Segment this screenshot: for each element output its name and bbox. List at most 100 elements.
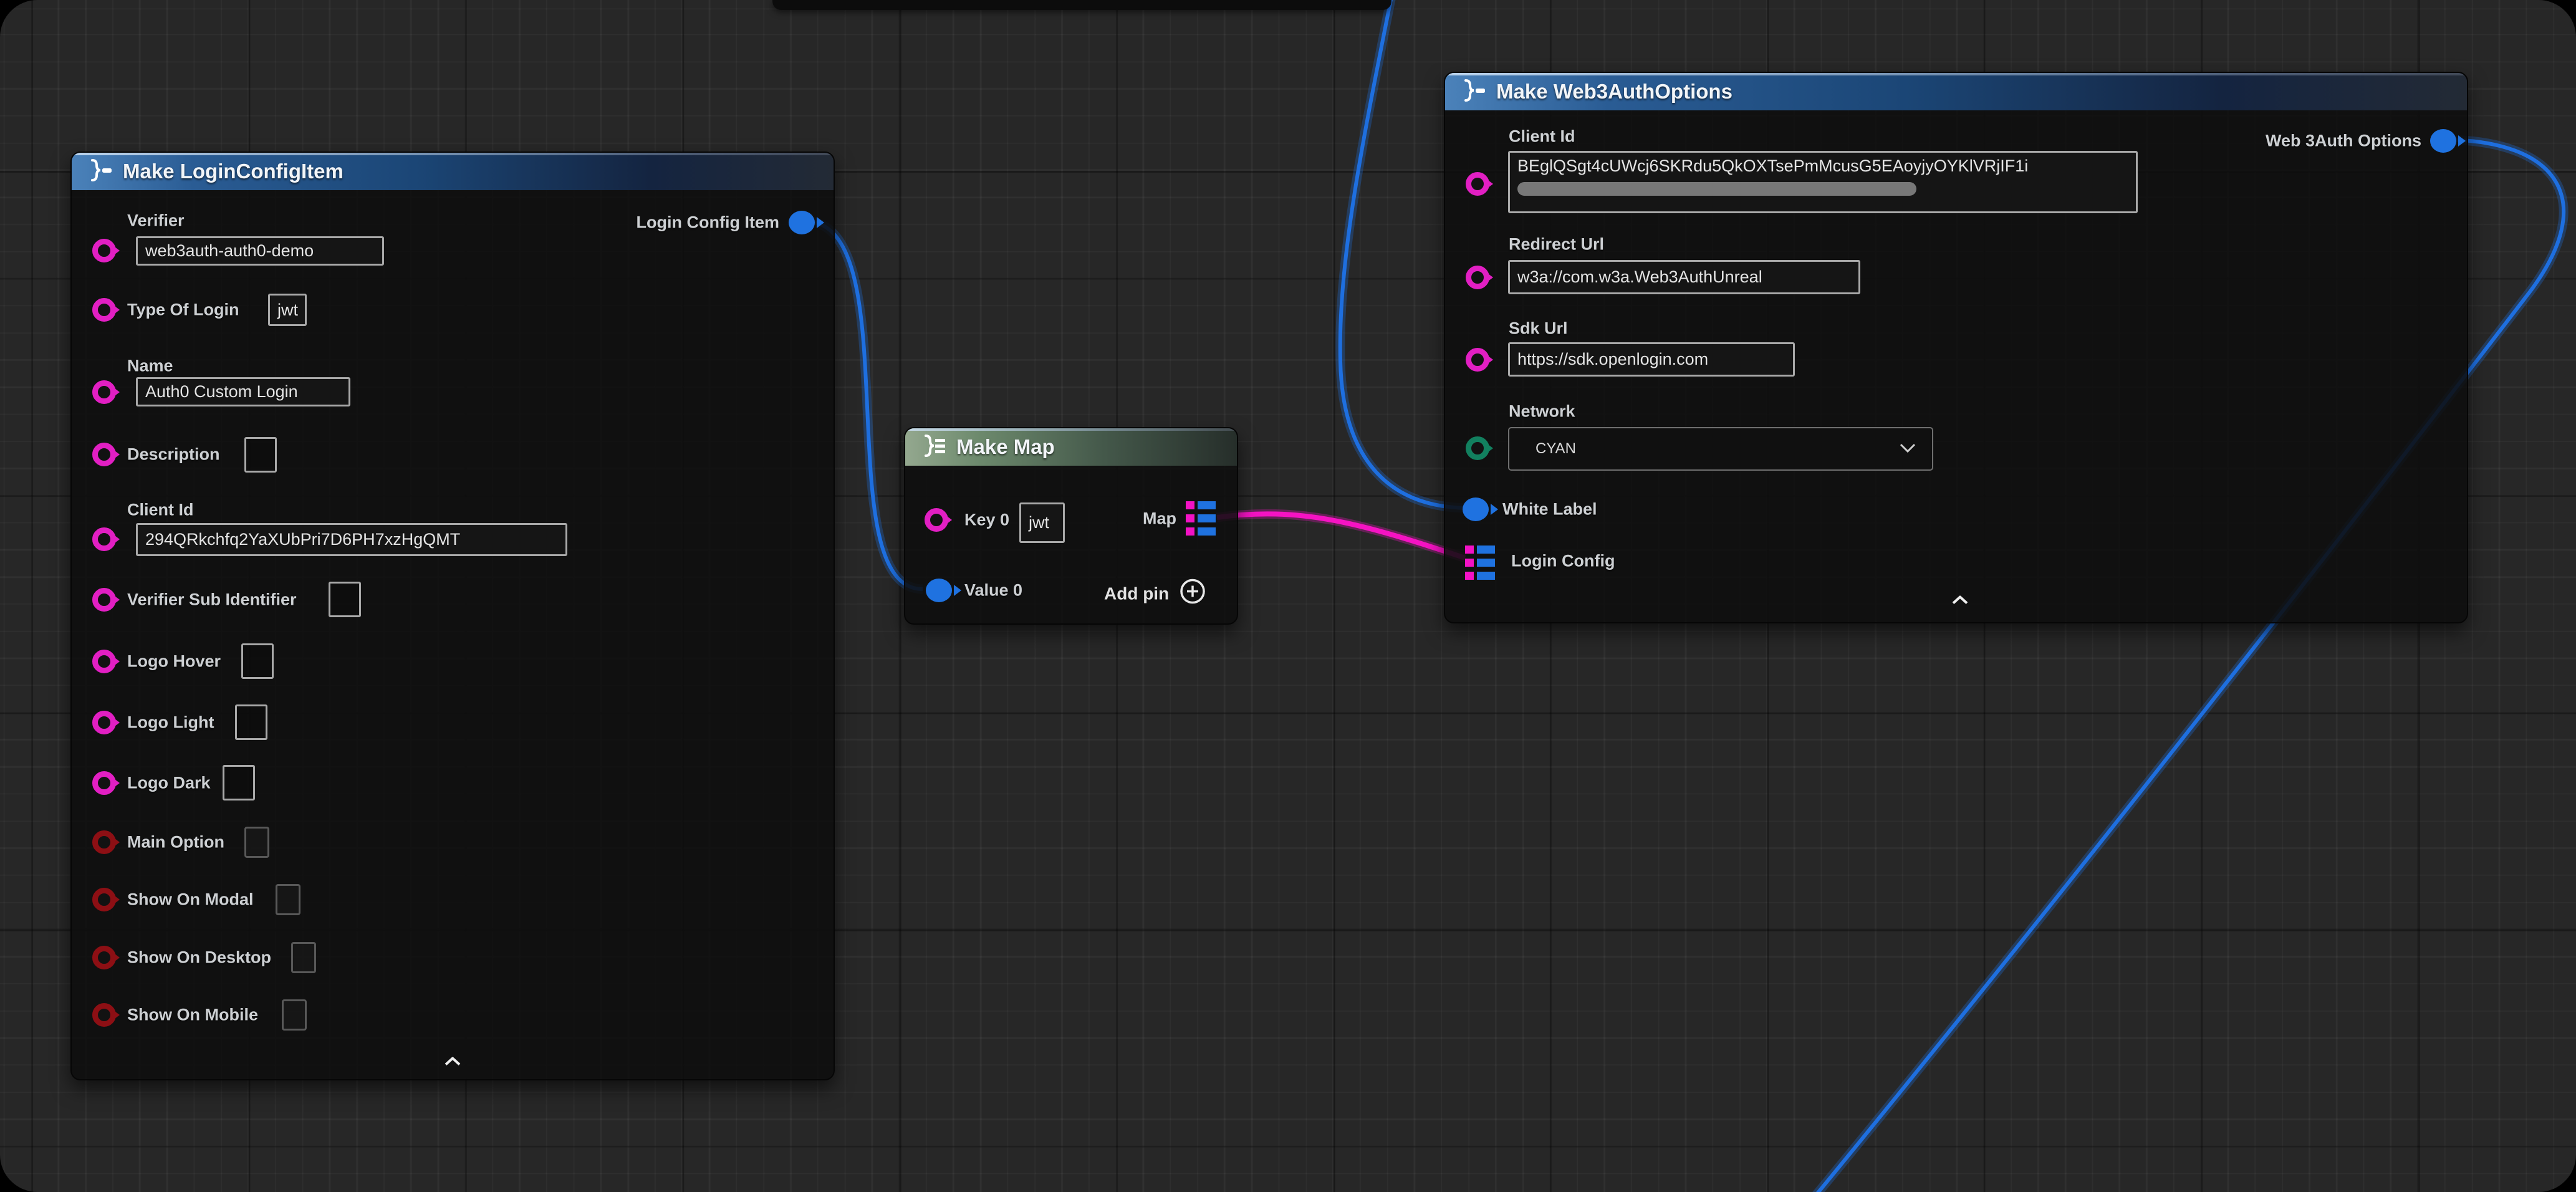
map-value-0-label: Value 0: [964, 581, 1022, 600]
map-pin-key-cell: [1186, 514, 1194, 522]
node-make-web3authoptions[interactable]: Make Web3AuthOptions Web 3Auth Options Cli…: [1444, 72, 2468, 623]
w3a-redirect-url-field-value: w3a://com.w3a.Web3AuthUnreal: [1517, 267, 1762, 287]
w3a-web-3auth-options-label: Web 3Auth Options: [2266, 132, 2421, 151]
node-title: Make LoginConfigItem: [123, 160, 344, 183]
partial-node-above-viewport[interactable]: [772, 0, 1391, 10]
map-pin-value-cell: [1477, 546, 1495, 554]
map-add-pin-label: Add pin: [1104, 584, 1169, 603]
make-struct-icon: [85, 156, 114, 188]
lci-logo-hover-pin[interactable]: [92, 650, 116, 673]
w3a-redirect-url-pin[interactable]: [1466, 266, 1489, 289]
lci-verifier-sub-identifier-label: Verifier Sub Identifier: [127, 590, 297, 610]
w3a-sdk-url-field[interactable]: https://sdk.openlogin.com: [1508, 342, 1795, 377]
w3a-redirect-url-label: Redirect Url: [1509, 235, 1604, 254]
w3a-sdk-url-pin[interactable]: [1466, 348, 1489, 372]
lci-main-option-label: Main Option: [127, 833, 224, 852]
map-pin-key-cell: [1186, 527, 1194, 536]
node-make-map[interactable]: Make Map Key 0 jwt Value 0 Map Add pin: [904, 427, 1238, 625]
lci-show-on-mobile-pin[interactable]: [92, 1003, 116, 1027]
lci-verifier-field-value: web3auth-auth0-demo: [145, 241, 314, 261]
lci-description-textbox[interactable]: [244, 437, 277, 473]
map-pin-value-cell: [1477, 559, 1495, 567]
chevron-down-icon: [1900, 440, 1916, 458]
lci-name-field-value: Auth0 Custom Login: [145, 382, 298, 401]
collapse-node-chevron-icon[interactable]: [443, 1056, 462, 1070]
lci-client-id-pin[interactable]: [92, 527, 116, 551]
lci-show-on-modal-pin[interactable]: [92, 888, 116, 911]
w3a-network-dropdown[interactable]: CYAN: [1508, 427, 1933, 471]
lci-main-option-pin[interactable]: [92, 830, 116, 854]
node-title: Make Map: [956, 435, 1055, 459]
node-layer: Make LoginConfigItem Login Config Item Ver…: [0, 0, 2576, 1192]
lci-show-on-modal-checkbox[interactable]: [276, 884, 300, 915]
lci-name-field[interactable]: Auth0 Custom Login: [136, 377, 350, 406]
lci-main-option-checkbox[interactable]: [244, 827, 269, 858]
w3a-client-id-field-value: BEglQSgt4cUWcj6SKRdu5QkOXTsePmMcusG5EAoy…: [1517, 156, 2028, 176]
lci-logo-hover-label: Logo Hover: [127, 652, 221, 671]
lci-show-on-desktop-label: Show On Desktop: [127, 948, 271, 968]
map-map-label: Map: [1143, 509, 1176, 529]
lci-type-of-login-label: Type Of Login: [127, 300, 239, 320]
map-value-0-pin[interactable]: [926, 579, 952, 602]
map-add-pin-button[interactable]: Add pin: [1104, 578, 1206, 610]
map-pin-value-cell: [1198, 514, 1216, 522]
collapse-node-chevron-icon[interactable]: [1951, 595, 1969, 609]
map-pin-key-cell: [1465, 546, 1474, 554]
lci-node-header[interactable]: Make LoginConfigItem: [72, 153, 834, 190]
lci-logo-dark-textbox[interactable]: [223, 765, 255, 800]
w3a-white-label-pin[interactable]: [1463, 497, 1489, 521]
lci-show-on-desktop-checkbox[interactable]: [291, 942, 316, 973]
w3a-client-id-label: Client Id: [1509, 127, 1575, 147]
lci-type-of-login-pin[interactable]: [92, 298, 116, 322]
w3a-login-config-pin[interactable]: [1465, 546, 1495, 580]
w3a-client-id-field-scrollbar[interactable]: [1517, 182, 1916, 196]
node-title: Make Web3AuthOptions: [1496, 80, 1733, 103]
lci-show-on-desktop-pin[interactable]: [92, 946, 116, 969]
lci-verifier-sub-identifier-pin[interactable]: [92, 588, 116, 612]
lci-show-on-mobile-checkbox[interactable]: [282, 999, 307, 1031]
w3a-network-label: Network: [1509, 402, 1575, 421]
node-make-loginconfigitem[interactable]: Make LoginConfigItem Login Config Item Ver…: [70, 151, 835, 1080]
w3a-web-3auth-options-pin[interactable]: [2430, 129, 2456, 153]
map-key-0-pin[interactable]: [925, 508, 948, 532]
lci-client-id-field[interactable]: 294QRkchfq2YaXUbPri7D6PH7xzHgQMT: [136, 523, 567, 556]
w3a-sdk-url-field-value: https://sdk.openlogin.com: [1517, 350, 1708, 369]
lci-client-id-label: Client Id: [127, 501, 194, 520]
map-pin-value-cell: [1198, 527, 1216, 536]
lci-verifier-field[interactable]: web3auth-auth0-demo: [136, 236, 384, 266]
w3a-network-pin[interactable]: [1466, 436, 1489, 460]
lci-logo-hover-textbox[interactable]: [241, 643, 274, 679]
w3a-white-label-label: White Label: [1502, 500, 1597, 519]
map-key-0-field[interactable]: jwt: [1019, 502, 1065, 543]
map-pin-key-cell: [1186, 501, 1194, 509]
lci-client-id-field-value: 294QRkchfq2YaXUbPri7D6PH7xzHgQMT: [145, 530, 460, 549]
w3a-network-dropdown-value: CYAN: [1536, 440, 1576, 458]
lci-logo-light-pin[interactable]: [92, 711, 116, 734]
make-map-icon: [919, 431, 948, 463]
w3a-node-header[interactable]: Make Web3AuthOptions: [1445, 73, 2467, 110]
lci-logo-dark-pin[interactable]: [92, 771, 116, 795]
map-map-pin[interactable]: [1186, 501, 1216, 536]
lci-login-config-item-label: Login Config Item: [637, 213, 779, 233]
lci-type-of-login-field[interactable]: jwt: [268, 294, 307, 326]
w3a-redirect-url-field[interactable]: w3a://com.w3a.Web3AuthUnreal: [1508, 260, 1860, 294]
make-struct-icon: [1459, 76, 1487, 108]
blueprint-editor-screenshot: Make LoginConfigItem Login Config Item Ver…: [0, 0, 2576, 1192]
lci-logo-light-label: Logo Light: [127, 713, 214, 733]
w3a-client-id-field[interactable]: BEglQSgt4cUWcj6SKRdu5QkOXTsePmMcusG5EAoy…: [1508, 151, 2138, 213]
map-pin-key-cell: [1465, 559, 1474, 567]
lci-verifier-pin[interactable]: [92, 239, 116, 262]
lci-logo-light-textbox[interactable]: [235, 704, 267, 740]
w3a-client-id-pin[interactable]: [1466, 172, 1489, 196]
lci-logo-dark-label: Logo Dark: [127, 774, 211, 793]
lci-description-pin[interactable]: [92, 443, 116, 466]
graph-canvas[interactable]: Make LoginConfigItem Login Config Item Ver…: [0, 0, 2576, 1192]
lci-name-pin[interactable]: [92, 380, 116, 404]
map-key-0-label: Key 0: [964, 511, 1009, 530]
lci-name-label: Name: [127, 357, 173, 376]
map-pin-value-cell: [1477, 572, 1495, 580]
lci-login-config-item-pin[interactable]: [789, 211, 815, 234]
lci-verifier-label: Verifier: [127, 211, 185, 231]
map-node-header[interactable]: Make Map: [905, 428, 1237, 466]
lci-verifier-sub-identifier-textbox[interactable]: [329, 582, 361, 617]
